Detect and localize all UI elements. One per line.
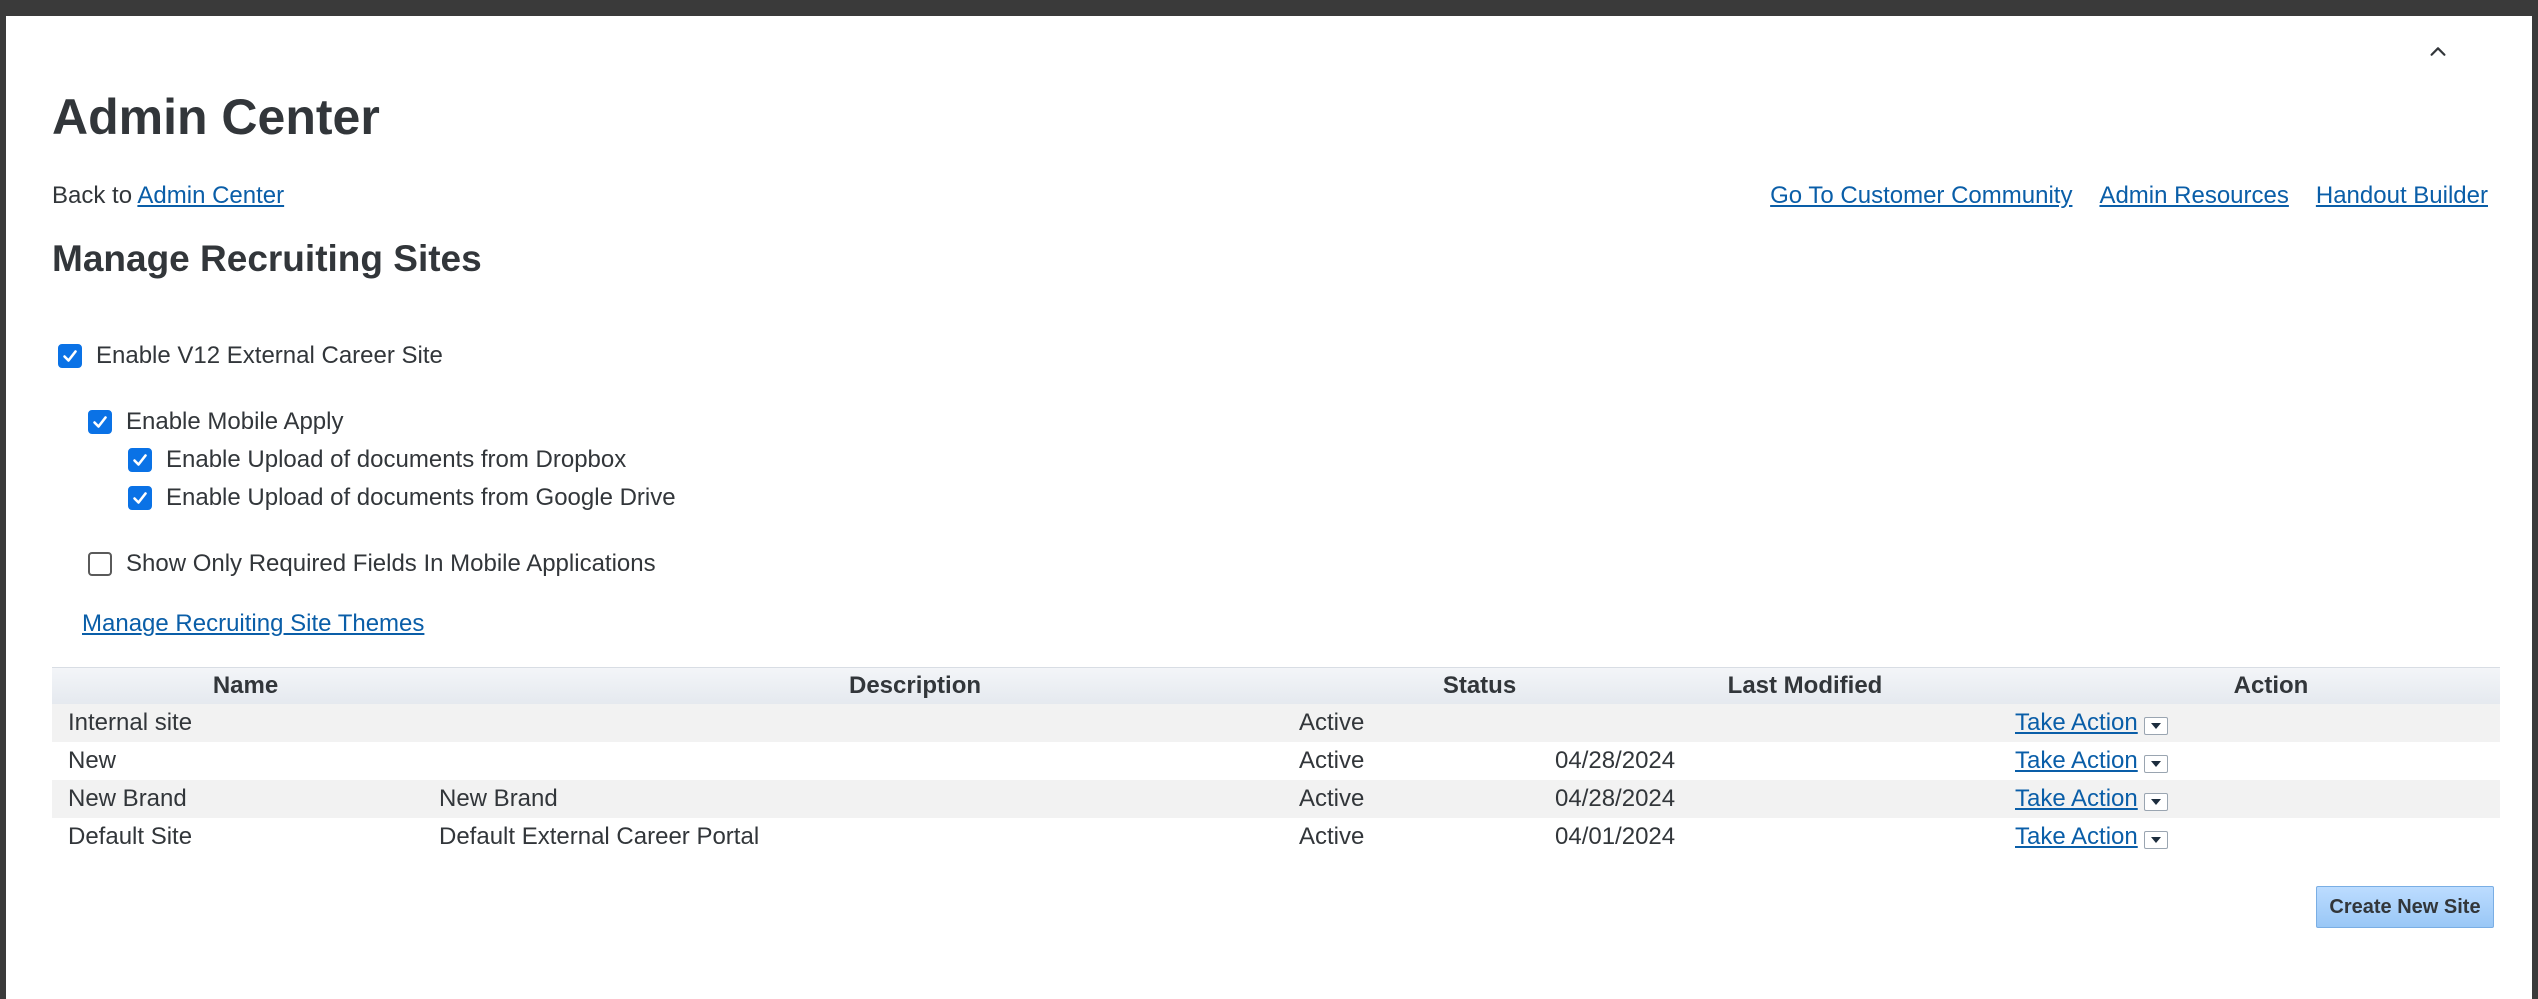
table-header: Name Description Status Last Modified Ac… (52, 667, 2500, 704)
back-prefix: Back to (52, 182, 133, 209)
page-title: Admin Center (52, 89, 380, 145)
checkmark-icon (133, 492, 147, 504)
collapse-header-button[interactable] (2424, 38, 2452, 66)
mobile-apply-label: Enable Mobile Apply (126, 408, 344, 435)
header-description: Description (848, 672, 982, 699)
dropbox-checkbox[interactable] (128, 448, 152, 472)
cell-name: New Brand (68, 785, 187, 812)
required-fields-checkbox[interactable] (88, 552, 112, 576)
cell-last-modified: 04/28/2024 (1555, 785, 1676, 812)
cell-action: Take Action (2015, 785, 2500, 813)
take-action-dropdown[interactable] (2143, 793, 2168, 811)
option-dropbox: Enable Upload of documents from Dropbox (128, 446, 626, 474)
cell-action: Take Action (2015, 709, 2500, 737)
table-row: Default Site Default External Career Por… (52, 818, 2500, 856)
chevron-down-icon (2150, 761, 2161, 767)
admin-resources-link[interactable]: Admin Resources (2099, 182, 2288, 210)
take-action-link[interactable]: Take Action (2015, 709, 2138, 737)
option-google-drive: Enable Upload of documents from Google D… (128, 484, 676, 512)
cell-status: Active (1299, 785, 1365, 812)
breadcrumb: Back to Admin Center (52, 182, 284, 210)
admin-center-link[interactable]: Admin Center (137, 182, 284, 209)
header-name: Name (212, 672, 279, 699)
header-status: Status (1442, 672, 1517, 699)
dropbox-label: Enable Upload of documents from Dropbox (166, 446, 627, 473)
required-fields-label: Show Only Required Fields In Mobile Appl… (126, 550, 656, 577)
cell-last-modified: 04/28/2024 (1555, 747, 1676, 774)
chevron-down-icon (2150, 837, 2161, 843)
create-new-site-button[interactable]: Create New Site (2316, 886, 2494, 928)
cell-action: Take Action (2015, 747, 2500, 775)
section-title: Manage Recruiting Sites (52, 238, 482, 279)
take-action-dropdown[interactable] (2143, 755, 2168, 773)
take-action-dropdown[interactable] (2143, 717, 2168, 735)
customer-community-link[interactable]: Go To Customer Community (1770, 182, 2072, 210)
chevron-up-icon (2430, 47, 2446, 56)
google-drive-label: Enable Upload of documents from Google D… (166, 484, 676, 511)
table-row: Internal site Active Take Action (52, 704, 2500, 742)
cell-action: Take Action (2015, 823, 2500, 851)
sites-table: Name Description Status Last Modified Ac… (52, 667, 2500, 856)
cell-status: Active (1299, 823, 1365, 850)
manage-themes-link[interactable]: Manage Recruiting Site Themes (82, 610, 424, 638)
v12-external-label: Enable V12 External Career Site (96, 342, 443, 369)
table-row: New Brand New Brand Active 04/28/2024 Ta… (52, 780, 2500, 818)
cell-description: New Brand (439, 785, 558, 812)
table-row: New Active 04/28/2024 Take Action (52, 742, 2500, 780)
option-required-fields: Show Only Required Fields In Mobile Appl… (88, 550, 656, 578)
cell-name: Default Site (68, 823, 193, 850)
google-drive-checkbox[interactable] (128, 486, 152, 510)
mobile-apply-checkbox[interactable] (88, 410, 112, 434)
header-action: Action (2233, 672, 2309, 699)
cell-name: New (68, 747, 117, 774)
checkmark-icon (63, 350, 77, 362)
chevron-down-icon (2150, 799, 2161, 805)
checkmark-icon (93, 416, 107, 428)
chevron-down-icon (2150, 723, 2161, 729)
cell-name: Internal site (68, 709, 193, 736)
cell-status: Active (1299, 747, 1365, 774)
option-v12-external: Enable V12 External Career Site (58, 342, 443, 370)
header-last-modified: Last Modified (1727, 672, 1883, 699)
v12-external-checkbox[interactable] (58, 344, 82, 368)
cell-status: Active (1299, 709, 1365, 736)
checkmark-icon (133, 454, 147, 466)
take-action-link[interactable]: Take Action (2015, 785, 2138, 813)
take-action-dropdown[interactable] (2143, 831, 2168, 849)
take-action-link[interactable]: Take Action (2015, 823, 2138, 851)
cell-description: Default External Career Portal (439, 823, 760, 850)
app-window: Admin Center Back to Admin Center Go To … (0, 0, 2538, 999)
handout-builder-link[interactable]: Handout Builder (2316, 182, 2488, 210)
cell-last-modified: 04/01/2024 (1555, 823, 1676, 850)
top-links: Go To Customer Community Admin Resources… (1770, 182, 2488, 210)
option-mobile-apply: Enable Mobile Apply (88, 408, 343, 436)
take-action-link[interactable]: Take Action (2015, 747, 2138, 775)
